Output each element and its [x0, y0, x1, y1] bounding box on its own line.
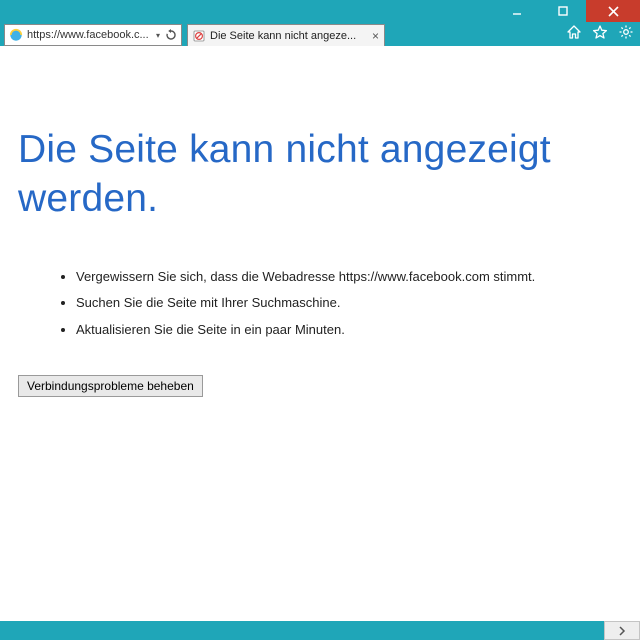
close-button[interactable] [586, 0, 640, 22]
list-item: Vergewissern Sie sich, dass die Webadres… [76, 268, 622, 286]
home-icon[interactable] [566, 24, 582, 40]
minimize-button[interactable] [494, 0, 540, 22]
browser-tab[interactable]: Die Seite kann nicht angeze... × [187, 24, 385, 46]
scroll-right-icon[interactable] [604, 621, 640, 640]
horizontal-scrollbar[interactable] [0, 621, 640, 640]
refresh-icon[interactable] [165, 29, 177, 41]
address-text: https://www.facebook.c... [27, 29, 152, 41]
error-page: Die Seite kann nicht angezeigt werden. V… [0, 46, 640, 621]
gear-icon[interactable] [618, 24, 634, 40]
favorites-icon[interactable] [592, 24, 608, 40]
maximize-button[interactable] [540, 0, 586, 22]
ie-logo-icon [9, 28, 23, 42]
address-bar[interactable]: https://www.facebook.c... ▾ [4, 24, 182, 46]
error-favicon-icon [193, 30, 205, 42]
error-heading: Die Seite kann nicht angezeigt werden. [18, 126, 622, 224]
fix-connection-button[interactable]: Verbindungsprobleme beheben [18, 375, 203, 397]
tab-title: Die Seite kann nicht angeze... [210, 30, 367, 42]
error-suggestions: Vergewissern Sie sich, dass die Webadres… [76, 268, 622, 339]
window-titlebar [0, 0, 640, 22]
tab-strip: https://www.facebook.c... ▾ Die Seite ka… [0, 22, 640, 46]
toolbar-right [566, 24, 634, 40]
scrollbar-track[interactable] [0, 621, 604, 640]
chevron-down-icon[interactable]: ▾ [156, 31, 160, 40]
list-item: Suchen Sie die Seite mit Ihrer Suchmasch… [76, 294, 622, 312]
tab-close-icon[interactable]: × [372, 29, 379, 43]
list-item: Aktualisieren Sie die Seite in ein paar … [76, 321, 622, 339]
address-controls: ▾ [156, 29, 177, 41]
